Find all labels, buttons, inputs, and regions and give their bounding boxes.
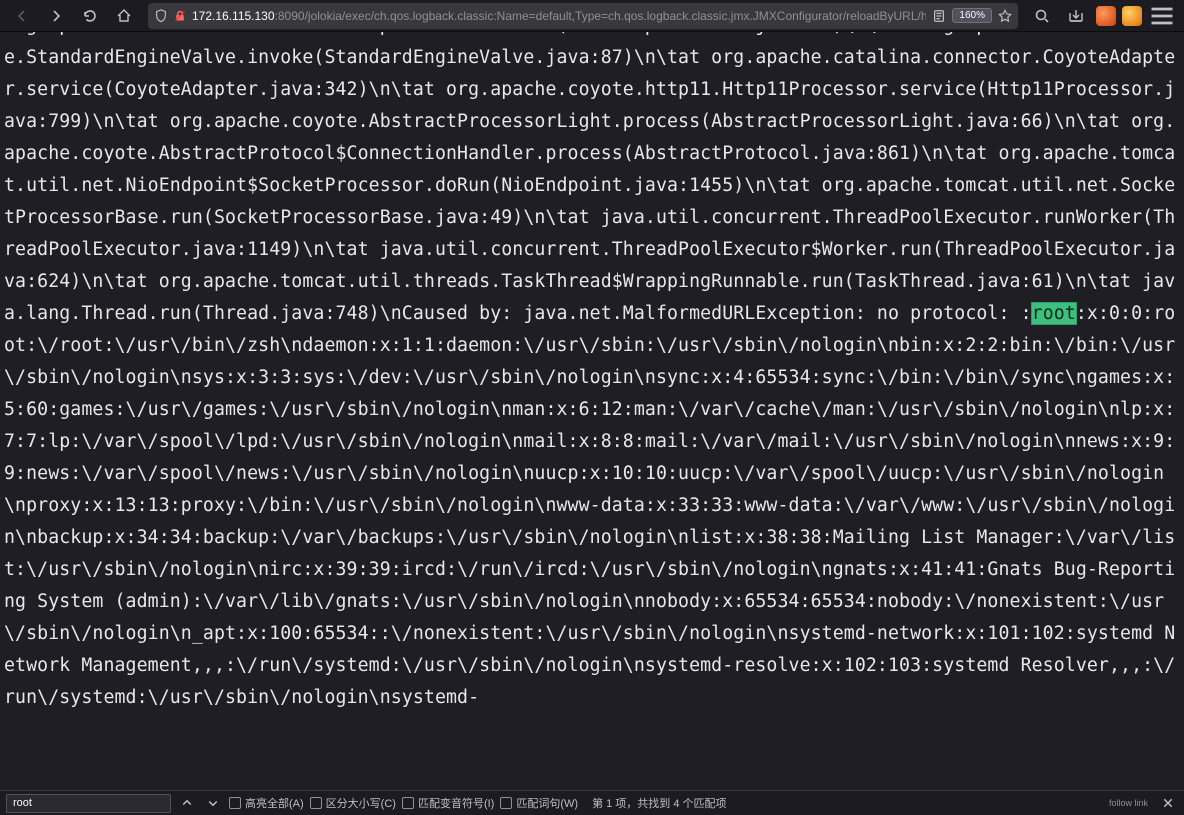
search-button[interactable] (1028, 2, 1056, 30)
find-status: 第 1 项，共找到 4 个匹配项 (592, 795, 726, 811)
stacktrace-pre: org.apache.catalina.valves.ErrorReportVa… (4, 32, 1175, 324)
find-bar: 高亮全部(A) 区分大小写(C) 匹配变音符号(I) 匹配词句(W) 第 1 项… (0, 790, 1184, 815)
nav-forward-button[interactable] (42, 2, 70, 30)
shield-icon (154, 9, 168, 23)
find-next-button[interactable] (203, 793, 223, 813)
reader-mode-icon[interactable] (932, 9, 946, 23)
find-hint: follow link (1109, 798, 1148, 808)
find-whole-words[interactable]: 匹配词句(W) (500, 795, 578, 811)
url-text: 172.16.115.130:8090/jolokia/exec/ch.qos.… (192, 9, 926, 23)
find-match-case[interactable]: 区分大小写(C) (310, 795, 396, 811)
checkbox-icon (402, 797, 414, 809)
nav-reload-button[interactable] (76, 2, 104, 30)
extension-icon-1[interactable] (1096, 6, 1116, 26)
find-highlight: root (1032, 303, 1076, 324)
nav-home-button[interactable] (110, 2, 138, 30)
find-prev-button[interactable] (177, 793, 197, 813)
checkbox-icon (310, 797, 322, 809)
checkbox-icon (500, 797, 512, 809)
page-content: org.apache.catalina.valves.ErrorReportVa… (0, 32, 1184, 790)
extension-icon-2[interactable] (1122, 6, 1142, 26)
browser-toolbar: 172.16.115.130:8090/jolokia/exec/ch.qos.… (0, 0, 1184, 32)
find-highlight-all[interactable]: 高亮全部(A) (229, 795, 304, 811)
stacktrace-post: :x:0:0:root:\/root:\/usr\/bin\/zsh\ndaem… (4, 303, 1175, 708)
find-match-diacritics[interactable]: 匹配变音符号(I) (402, 795, 494, 811)
find-input[interactable] (6, 794, 171, 813)
bookmark-star-icon[interactable] (998, 9, 1012, 23)
checkbox-icon (229, 797, 241, 809)
downloads-button[interactable] (1062, 2, 1090, 30)
find-close-button[interactable] (1158, 793, 1178, 813)
zoom-badge[interactable]: 160% (952, 8, 992, 23)
nav-back-button[interactable] (8, 2, 36, 30)
address-bar[interactable]: 172.16.115.130:8090/jolokia/exec/ch.qos.… (148, 3, 1018, 29)
lock-insecure-icon (174, 10, 186, 22)
app-menu-button[interactable] (1148, 2, 1176, 30)
